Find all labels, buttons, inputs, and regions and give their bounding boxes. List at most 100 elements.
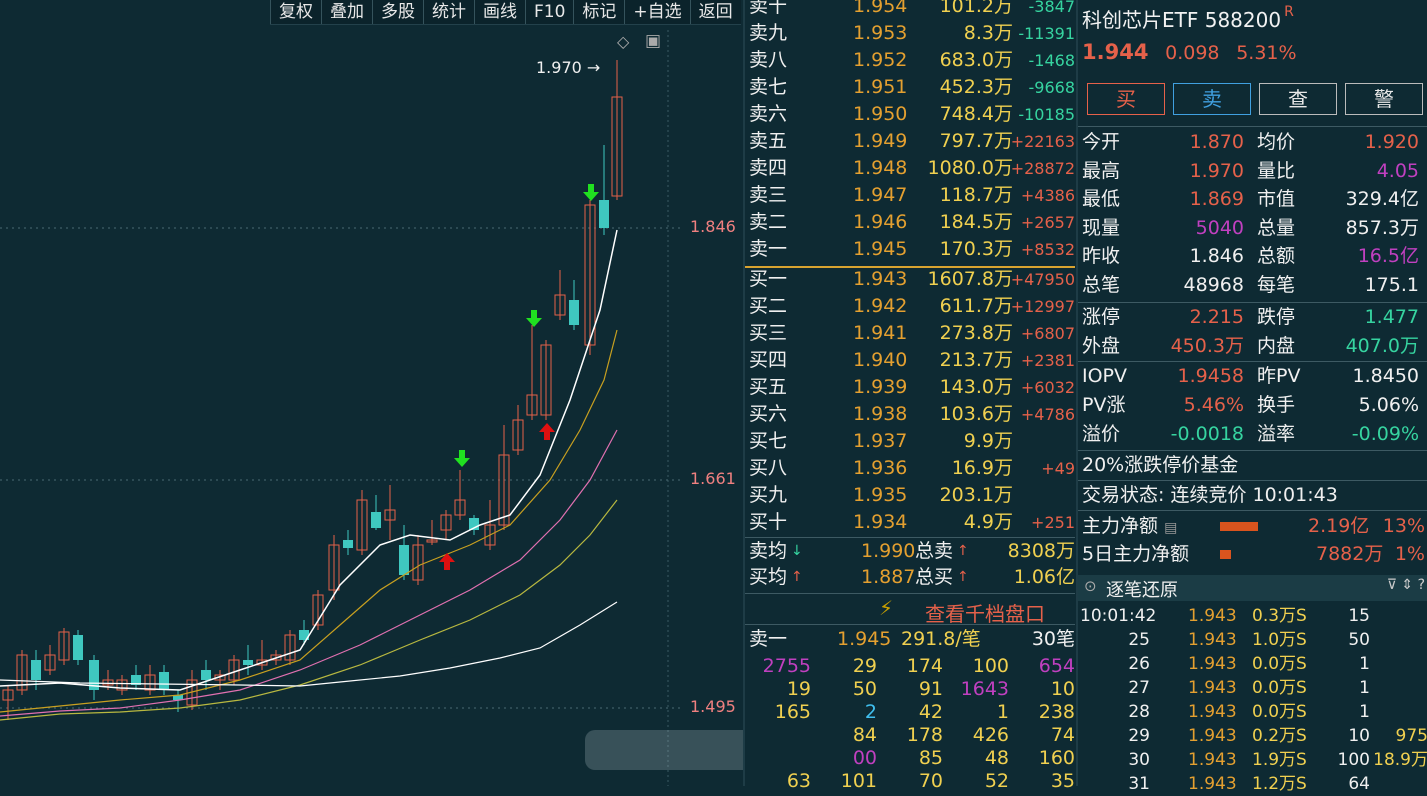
level-volume: 797.7万: [939, 130, 1013, 152]
toolbar-button-1[interactable]: 叠加: [321, 0, 372, 24]
level-price: 1.945: [853, 238, 908, 260]
sell-level-row[interactable]: 卖六 1.950 748.4万 -10185: [749, 101, 1075, 128]
buy-level-row[interactable]: 买八 1.936 16.9万 +49: [749, 455, 1075, 482]
stat-label: IOPV: [1082, 365, 1128, 387]
sell-level-row[interactable]: 卖八 1.952 683.0万 -1468: [749, 47, 1075, 74]
sell-summary: 卖均 ↓ 1.990 总卖 ↑ 8308万: [749, 540, 1075, 562]
sell-level-row[interactable]: 卖四 1.948 1080.0万 +28872: [749, 155, 1075, 182]
toolbar-button-5[interactable]: F10: [525, 0, 573, 24]
sell-level-row[interactable]: 卖七 1.951 452.3万 -9668: [749, 74, 1075, 101]
stat-value: 1.846: [1189, 245, 1244, 267]
main-flow-label: 主力净额 ▤: [1082, 515, 1178, 537]
stat-label: 总量: [1257, 216, 1296, 239]
stat-label: 均价: [1257, 131, 1296, 153]
ticks-header[interactable]: ⊙ 逐笔还原 ⊽ ⇕ ?: [1078, 575, 1427, 601]
candle-body: [569, 300, 579, 325]
level-change: +251: [1031, 513, 1075, 532]
buy-level-row[interactable]: 买三 1.941 273.8万 +6807: [749, 320, 1075, 347]
level-volume: 213.7万: [939, 349, 1013, 371]
level-volume: 1607.8万: [927, 268, 1013, 290]
tick-cell: 975: [1395, 726, 1427, 746]
toolbar-button-7[interactable]: +自选: [624, 0, 689, 24]
stat-item: PV涨 5.46%: [1078, 391, 1248, 419]
candle-body: [399, 545, 409, 575]
queue-row: 84 178 426 74: [745, 724, 1075, 747]
level-label: 卖三: [749, 184, 788, 206]
level-price: 1.952: [853, 49, 908, 71]
level-price: 1.939: [853, 376, 908, 398]
buy-level-row[interactable]: 买九 1.935 203.1万: [749, 482, 1075, 509]
kline-chart[interactable]: 复权 叠加 多股 统计 画线 F10 标记 +自选 返回 ◇ ▣ 1.970 → 1.846 1.…: [0, 0, 743, 786]
price-axis-label: 1.846: [690, 217, 736, 236]
stat-value: -0.09%: [1351, 423, 1419, 445]
tick-cell: 100: [1337, 750, 1370, 770]
level-price: 1.951: [853, 76, 908, 98]
level-price: 1.938: [853, 403, 908, 425]
stat-value: 5.46%: [1183, 394, 1244, 416]
toolbar-button-8[interactable]: 返回: [689, 0, 741, 24]
buy-level-row[interactable]: 买五 1.939 143.0万 +6032: [749, 374, 1075, 401]
tick-cell: 18.9万: [1373, 750, 1427, 770]
candle-body: [343, 540, 353, 548]
sell-button[interactable]: 卖: [1173, 83, 1251, 115]
query-button[interactable]: 查: [1259, 83, 1337, 115]
divider: [1078, 510, 1427, 511]
tick-cell: 1: [1359, 678, 1370, 698]
toolbar-button-4[interactable]: 画线: [474, 0, 525, 24]
sell-level-row[interactable]: 卖五 1.949 797.7万 +22163: [749, 128, 1075, 155]
diamond-icon[interactable]: ◇: [617, 32, 629, 51]
level-change: -1468: [1028, 51, 1076, 70]
toolbar-button-3[interactable]: 统计: [423, 0, 474, 24]
buy-level-row[interactable]: 买六 1.938 103.6万 +4786: [749, 401, 1075, 428]
buy-level-row[interactable]: 买一 1.943 1607.8万 +47950: [749, 266, 1075, 293]
sell-level-row[interactable]: 卖九 1.953 8.3万 -11391: [749, 20, 1075, 47]
level-price: 1.949: [853, 130, 908, 152]
alert-button[interactable]: 警: [1345, 83, 1423, 115]
level-label: 买六: [749, 403, 788, 425]
tick-cell: 1.943: [1188, 750, 1237, 770]
collapse-icon[interactable]: ⊙: [1084, 577, 1097, 595]
tick-row: 27 1.943 0.0万S 1: [1078, 676, 1427, 700]
view-thousand-levels-button[interactable]: 查看千档盘口: [925, 598, 1045, 627]
divider: [745, 624, 1075, 625]
tick-cell: 1.943: [1188, 702, 1237, 722]
level-volume: 748.4万: [939, 103, 1013, 125]
stat-value: 857.3万: [1345, 216, 1419, 239]
list-icon[interactable]: ▤: [1164, 520, 1177, 536]
level-label: 卖一: [749, 238, 788, 260]
queue-cell: 91: [918, 678, 943, 700]
buy-level-row[interactable]: 买七 1.937 9.9万: [749, 428, 1075, 455]
stat-item: 总量 857.3万: [1253, 214, 1423, 242]
tick-cell: 1: [1359, 702, 1370, 722]
divider: [1078, 126, 1427, 127]
sell-level-row[interactable]: 卖二 1.946 184.5万 +2657: [749, 209, 1075, 236]
level-volume: 118.7万: [939, 184, 1013, 206]
stat-item: 外盘 450.3万: [1078, 332, 1248, 360]
queue-cell: 70: [918, 770, 943, 792]
sell-level-row[interactable]: 卖一 1.945 170.3万 +8532: [749, 236, 1075, 263]
tick-cell: 1.9万S: [1252, 750, 1307, 770]
level-volume: 101.2万: [939, 0, 1013, 17]
stat-label: 昨收: [1082, 245, 1121, 267]
toolbar-button-0[interactable]: 复权: [270, 0, 321, 24]
toolbar-button-2[interactable]: 多股: [372, 0, 423, 24]
buy-level-row[interactable]: 买十 1.934 4.9万 +251: [749, 509, 1075, 536]
stat-item: 昨PV 1.8450: [1253, 362, 1423, 390]
filter-sort-icons[interactable]: ⊽ ⇕ ?: [1387, 577, 1425, 593]
kline-canvas[interactable]: [0, 0, 743, 786]
buy-button[interactable]: 买: [1087, 83, 1165, 115]
stat-item: 内盘 407.0万: [1253, 332, 1423, 360]
toolbar-button-6[interactable]: 标记: [573, 0, 624, 24]
stat-value: 5.06%: [1358, 394, 1419, 416]
stat-item: 均价 1.920: [1253, 128, 1423, 156]
tick-row: 10:01:42 1.943 0.3万S 15: [1078, 604, 1427, 628]
sell-level-row[interactable]: 卖三 1.947 118.7万 +4386: [749, 182, 1075, 209]
level-label: 卖十: [749, 0, 788, 17]
sell-level-row[interactable]: 卖十 1.954 101.2万 -3847: [749, 0, 1075, 20]
panel-toggle-icon[interactable]: ▣: [645, 31, 661, 51]
buy-summary: 买均 ↑ 1.887 总买 ↑ 1.06亿: [749, 566, 1075, 588]
buy-level-row[interactable]: 买二 1.942 611.7万 +12997: [749, 293, 1075, 320]
stat-value: 1.970: [1189, 159, 1244, 182]
buy-level-row[interactable]: 买四 1.940 213.7万 +2381: [749, 347, 1075, 374]
stat-label: 总笔: [1082, 273, 1121, 296]
